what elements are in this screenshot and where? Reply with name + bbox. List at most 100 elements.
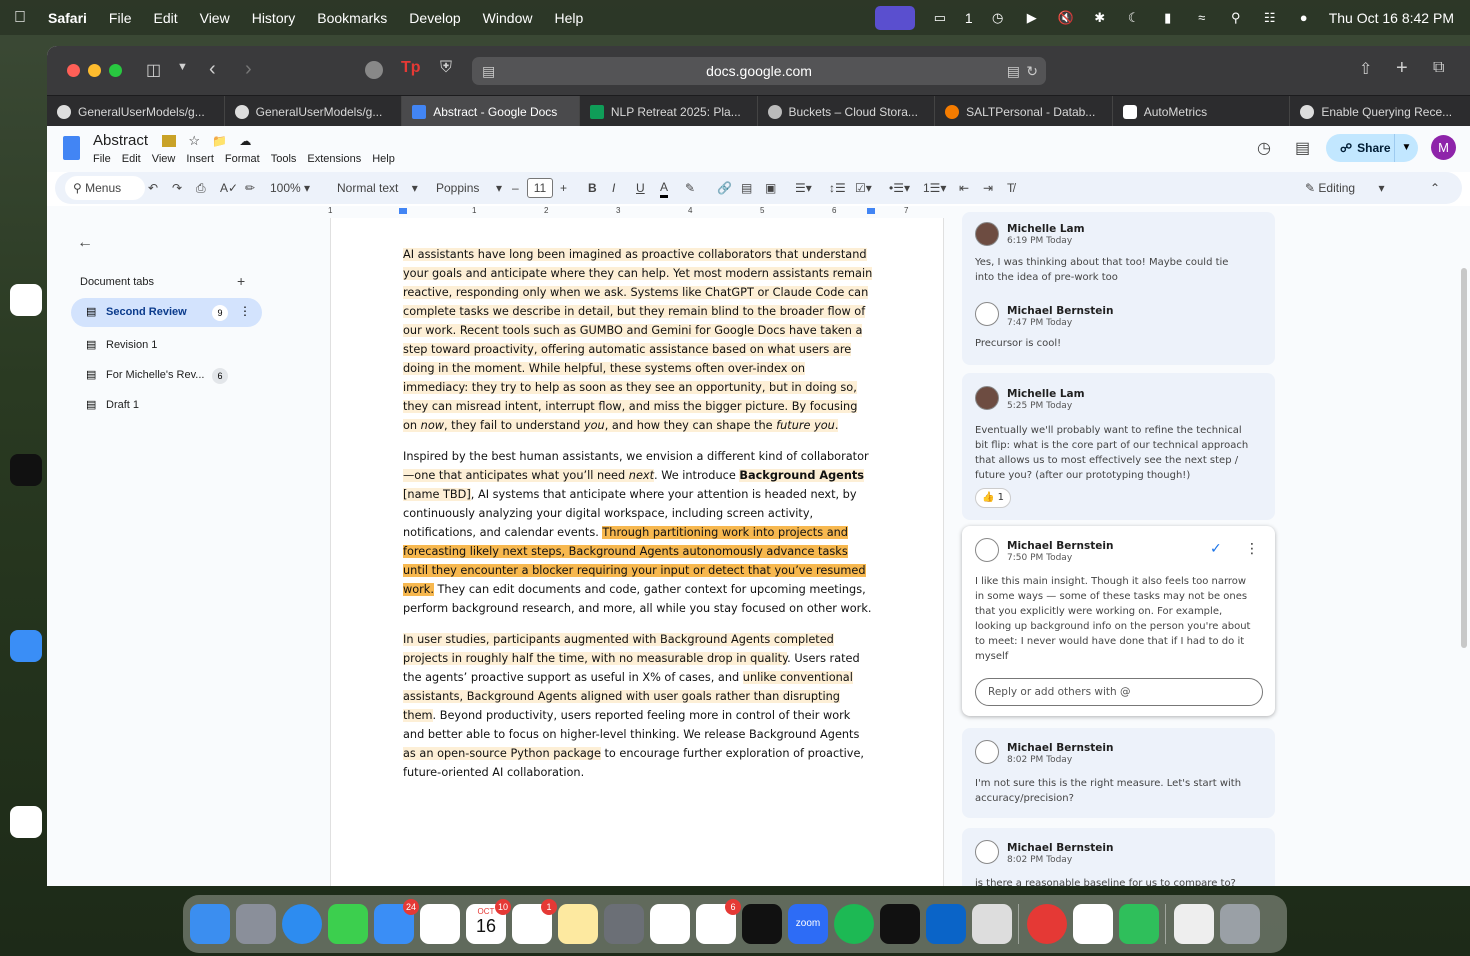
add-comment-icon[interactable]: ▤ <box>741 172 752 204</box>
shield-icon[interactable]: ⛨ <box>440 59 452 77</box>
decrease-indent-icon[interactable]: ⇤ <box>959 172 969 204</box>
photos-icon[interactable] <box>420 904 460 944</box>
comment-thread[interactable]: Michelle Lam 6:19 PM Today Yes, I was th… <box>962 212 1275 365</box>
menubar-edit[interactable]: Edit <box>153 10 177 26</box>
docs-menu-extensions[interactable]: Extensions <box>307 153 361 165</box>
link-icon[interactable]: 🔗 <box>717 172 732 204</box>
comment-thread[interactable]: Michael Bernstein 8:02 PM Today I'm not … <box>962 728 1275 818</box>
menubar-help[interactable]: Help <box>554 10 583 26</box>
tp-extension-icon[interactable]: Tp <box>401 59 421 77</box>
safari-icon[interactable] <box>282 904 322 944</box>
paragraph-3[interactable]: In user studies, participants augmented … <box>403 630 873 782</box>
insert-image-icon[interactable]: ▣ <box>765 172 776 204</box>
menubar-file[interactable]: File <box>109 10 132 26</box>
browser-tab[interactable]: GeneralUserModels/g... <box>47 96 225 127</box>
docs-menu-tools[interactable]: Tools <box>271 153 297 165</box>
documents-stack-icon[interactable] <box>1174 904 1214 944</box>
sidebar-toggle-icon[interactable]: ◫ <box>146 60 161 80</box>
commented-text[interactable]: as an open-source Python package <box>403 747 601 760</box>
bold-icon[interactable]: B <box>588 172 597 204</box>
zoom-select[interactable]: 100% ▾ <box>270 172 310 204</box>
ruler-indent-marker[interactable] <box>399 208 407 214</box>
moon-icon[interactable]: ☾ <box>1125 10 1143 25</box>
more-options-icon[interactable]: ⋮ <box>1245 541 1259 557</box>
siri-icon[interactable]: ● <box>1295 10 1313 25</box>
reminders-icon[interactable]: 1 <box>512 899 557 944</box>
paint-format-icon[interactable]: ✏ <box>245 172 255 204</box>
checklist-icon[interactable]: ☑▾ <box>855 172 872 204</box>
profile-icon[interactable] <box>365 61 383 79</box>
trash-icon[interactable] <box>1220 904 1260 944</box>
comments-icon[interactable]: ▤ <box>1295 138 1310 158</box>
mute-icon[interactable]: 🔇 <box>1057 10 1075 25</box>
app-icon[interactable] <box>880 904 920 944</box>
chevron-down-icon[interactable]: ▼ <box>177 61 188 73</box>
reaction-chip[interactable]: 👍 1 <box>975 488 1011 508</box>
doc-title-text[interactable]: Abstract <box>93 132 148 149</box>
new-tab-icon[interactable]: + <box>1396 57 1408 80</box>
wifi-icon[interactable]: ≈ <box>1193 10 1211 25</box>
forward-icon[interactable]: › <box>245 58 252 81</box>
browser-tab[interactable]: Buckets – Cloud Stora... <box>758 96 936 127</box>
battery-icon[interactable]: ▮ <box>1159 10 1177 25</box>
browser-tab[interactable]: AutoMetrics <box>1113 96 1291 127</box>
reload-icon[interactable]: ↻ <box>1026 57 1038 85</box>
undo-icon[interactable]: ↶ <box>148 172 158 204</box>
search-icon[interactable]: ⚲ <box>1227 10 1245 25</box>
active-comment-thread[interactable]: Michael Bernstein 7:50 PM Today ✓ ⋮ I li… <box>962 526 1275 716</box>
notes-icon[interactable] <box>558 904 598 944</box>
docs-menu-edit[interactable]: Edit <box>122 153 141 165</box>
print-icon[interactable]: ⎙ <box>196 172 206 204</box>
browser-tab[interactable]: NLP Retreat 2025: Pla... <box>580 96 758 127</box>
docs-menu-help[interactable]: Help <box>372 153 395 165</box>
system-settings-icon[interactable] <box>604 904 644 944</box>
close-button[interactable] <box>67 64 80 77</box>
style-select[interactable]: Normal text ▾ <box>337 172 418 204</box>
browser-tab[interactable]: Enable Querying Rece... <box>1290 96 1470 127</box>
chatgpt-icon[interactable] <box>650 904 690 944</box>
docs-menu-file[interactable]: File <box>93 153 111 165</box>
slack-icon[interactable]: 6 <box>696 899 741 944</box>
zotero-icon[interactable] <box>1073 904 1113 944</box>
resolve-check-icon[interactable]: ✓ <box>1210 541 1222 557</box>
browser-tab[interactable]: SALTPersonal - Datab... <box>935 96 1113 127</box>
browser-tab[interactable]: GeneralUserModels/g... <box>225 96 403 127</box>
comment-thread[interactable]: Michelle Lam 5:25 PM Today Eventually we… <box>962 373 1275 520</box>
outlook-icon[interactable] <box>926 904 966 944</box>
menubar-view[interactable]: View <box>200 10 230 26</box>
text-color-icon[interactable]: A <box>660 176 669 198</box>
menubar-develop[interactable]: Develop <box>409 10 460 26</box>
apple-icon[interactable]:  <box>14 9 26 27</box>
sidebar-tab-second-review[interactable]: ▤ Second Review 9 ⋮ <box>71 298 262 327</box>
decrease-size-icon[interactable]: – <box>512 172 519 204</box>
history-icon[interactable]: ◷ <box>1257 138 1271 158</box>
font-size-input[interactable]: 11 <box>527 178 553 198</box>
font-select[interactable]: Poppins ▾ <box>436 172 502 204</box>
share-icon[interactable]: ⇧ <box>1359 59 1372 79</box>
docs-menu-format[interactable]: Format <box>225 153 260 165</box>
finder-icon[interactable] <box>190 904 230 944</box>
back-arrow-icon[interactable]: ← <box>77 234 93 252</box>
star-icon[interactable]: ☆ <box>188 133 200 148</box>
menubar-history[interactable]: History <box>252 10 296 26</box>
redo-icon[interactable]: ↷ <box>172 172 182 204</box>
numbered-list-icon[interactable]: 1☰▾ <box>923 172 946 204</box>
comment-thread[interactable]: Michael Bernstein 8:02 PM Today is there… <box>962 828 1275 886</box>
zoom-icon[interactable]: zoom <box>788 904 828 944</box>
play-icon[interactable]: ▶ <box>1023 10 1041 25</box>
line-spacing-icon[interactable]: ↕☰ <box>829 172 846 204</box>
editing-mode-select[interactable]: ✎ Editing ▾ <box>1305 172 1384 204</box>
increase-indent-icon[interactable]: ⇥ <box>983 172 993 204</box>
doc-title[interactable]: Abstract ☆ 📁 ☁ <box>93 132 251 149</box>
address-bar[interactable]: ▤ docs.google.com ▤ ↻ <box>472 57 1046 85</box>
bluetooth-icon[interactable]: ✱ <box>1091 10 1109 25</box>
cloud-status-icon[interactable]: ☁ <box>239 134 251 148</box>
share-dropdown-button[interactable]: ▼ <box>1394 134 1418 162</box>
iphone-mirroring-icon[interactable] <box>972 904 1012 944</box>
menubar-clock[interactable]: Thu Oct 16 8:42 PM <box>1329 10 1454 26</box>
page-format-icon[interactable]: ▤ <box>482 57 495 85</box>
chrome-icon[interactable] <box>1027 904 1067 944</box>
back-icon[interactable]: ‹ <box>209 58 216 81</box>
calendar-icon[interactable]: OCT 16 10 <box>466 899 511 944</box>
translate-icon[interactable]: ▤ <box>1007 57 1020 85</box>
